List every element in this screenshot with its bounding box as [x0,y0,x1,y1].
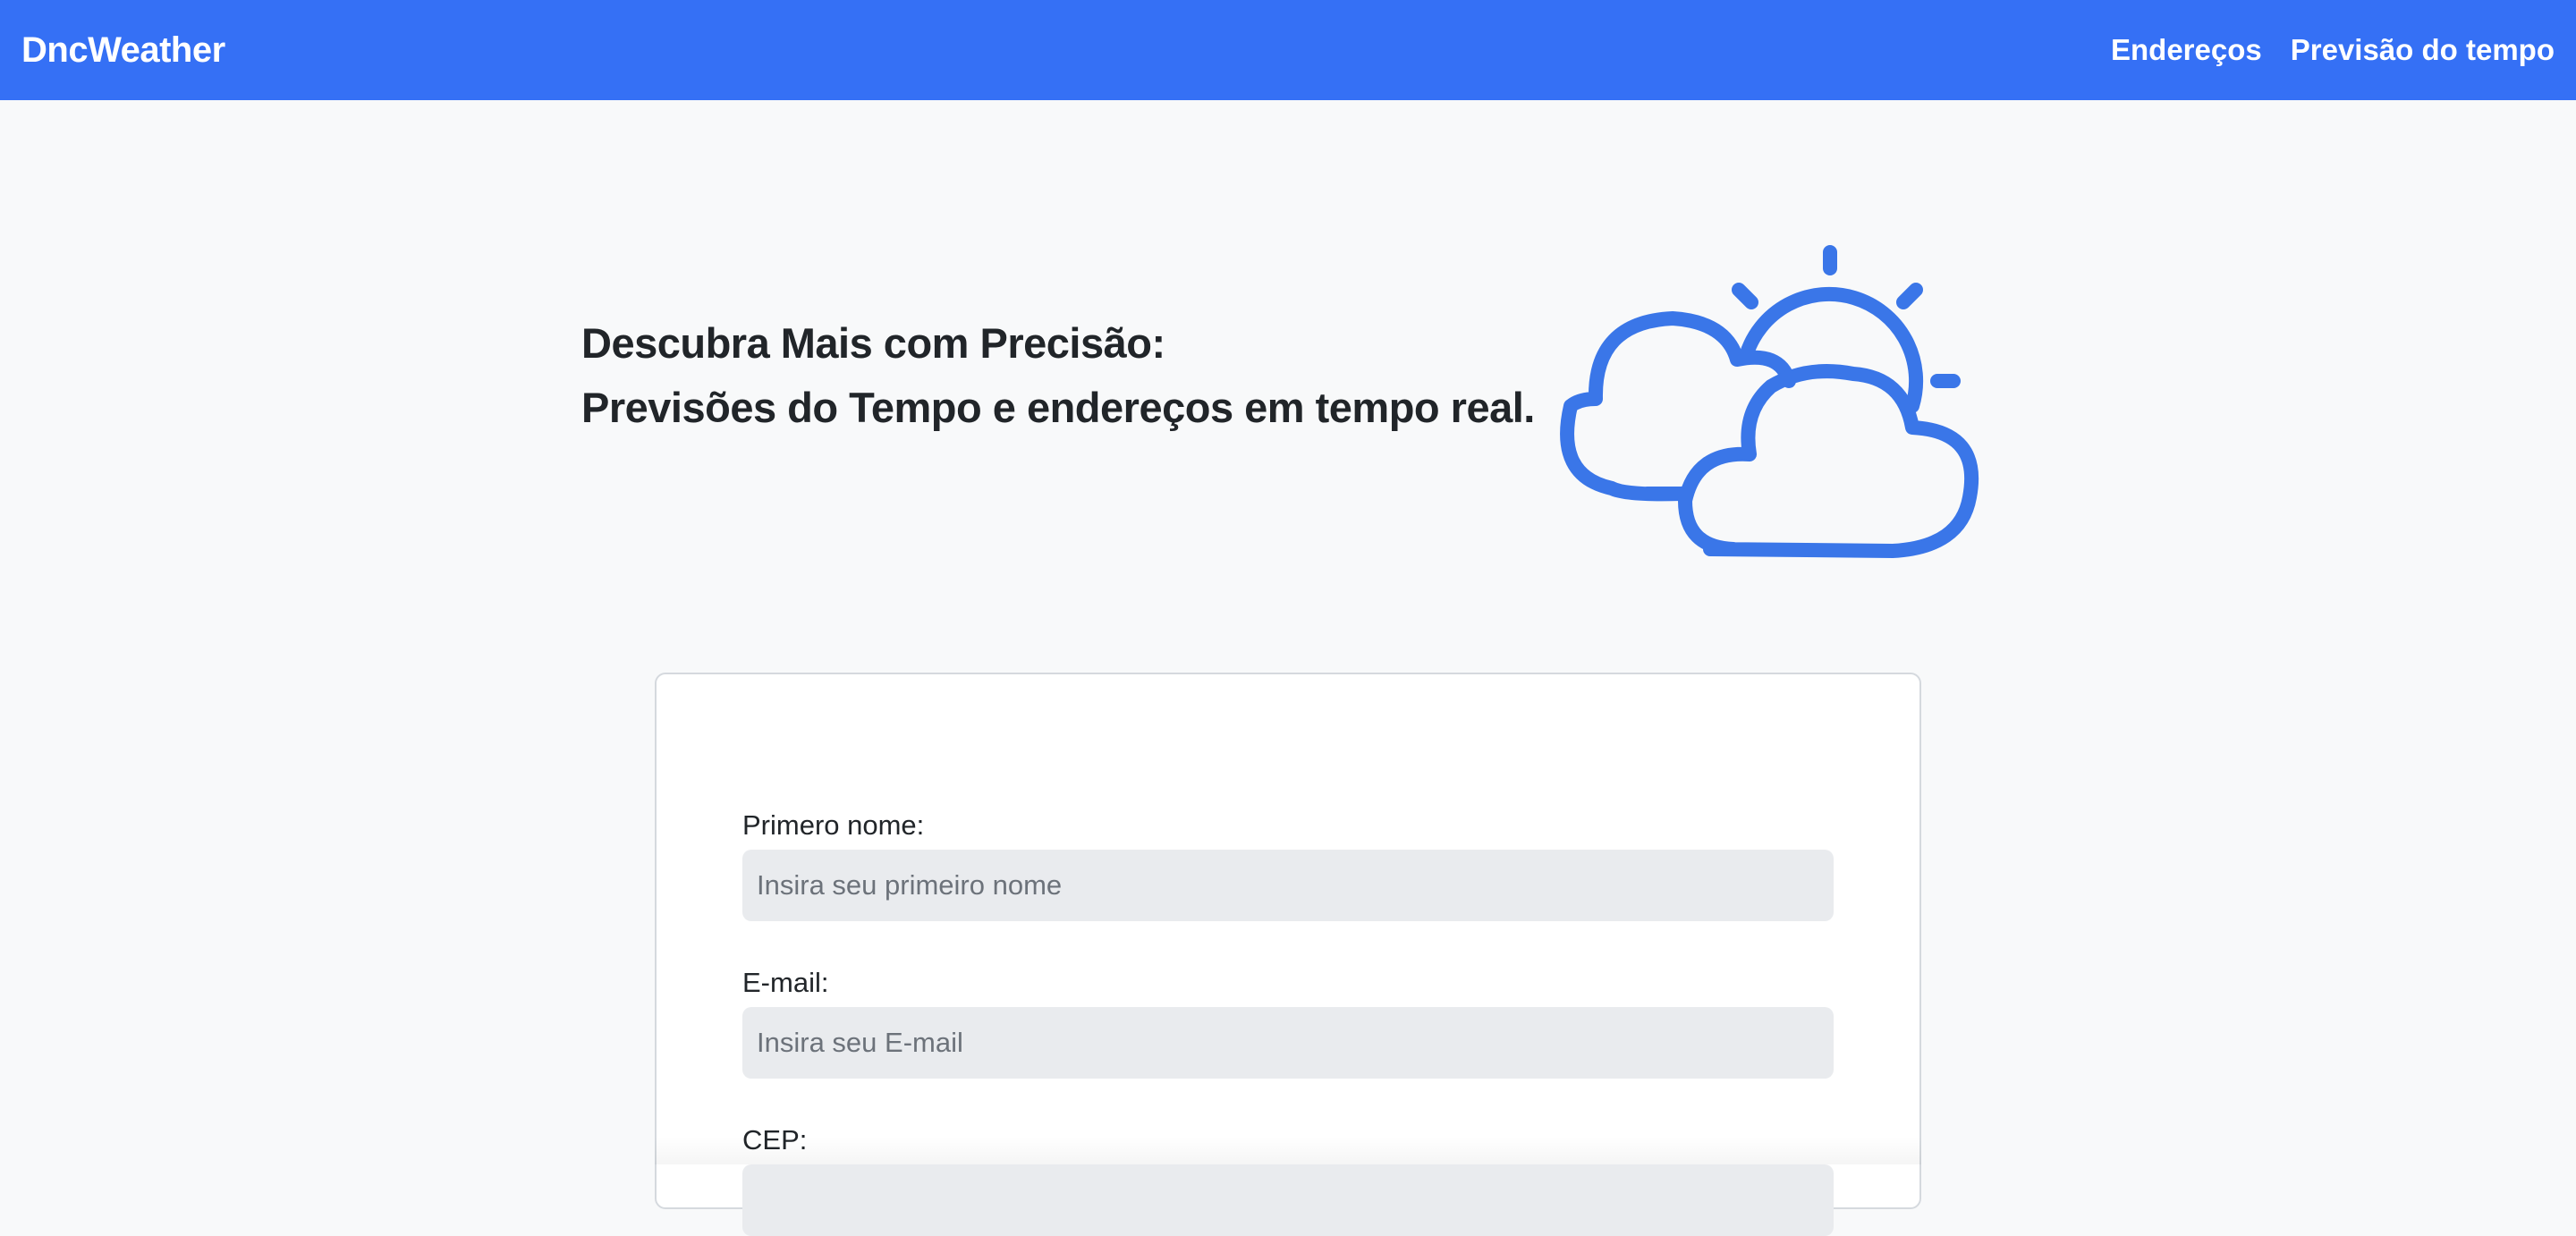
email-label: E-mail: [742,967,829,998]
email-field-group: E-mail: [742,966,1834,1079]
brand-logo[interactable]: DncWeather [21,30,225,71]
nav-links: Endereços Previsão do tempo [2111,33,2555,67]
partly-cloudy-icon [1560,245,1979,558]
hero-heading: Descubra Mais com Precisão: Previsões do… [581,311,1565,440]
signup-form-card: Primero nome: E-mail: CEP: [655,673,1921,1236]
cep-field-group: CEP: [742,1123,1834,1236]
email-input[interactable] [742,1007,1834,1079]
hero-heading-line-2: Previsões do Tempo e endereços em tempo … [581,384,1535,431]
hero-heading-line-1: Descubra Mais com Precisão: [581,319,1165,367]
navbar: DncWeather Endereços Previsão do tempo [0,0,2576,100]
nav-link-previsao-do-tempo[interactable]: Previsão do tempo [2291,33,2555,67]
first-name-label: Primero nome: [742,809,925,841]
nav-link-enderecos[interactable]: Endereços [2111,33,2262,67]
cep-label: CEP: [742,1124,808,1156]
first-name-field-group: Primero nome: [742,808,1834,921]
first-name-input[interactable] [742,850,1834,921]
cep-input[interactable] [742,1164,1834,1236]
